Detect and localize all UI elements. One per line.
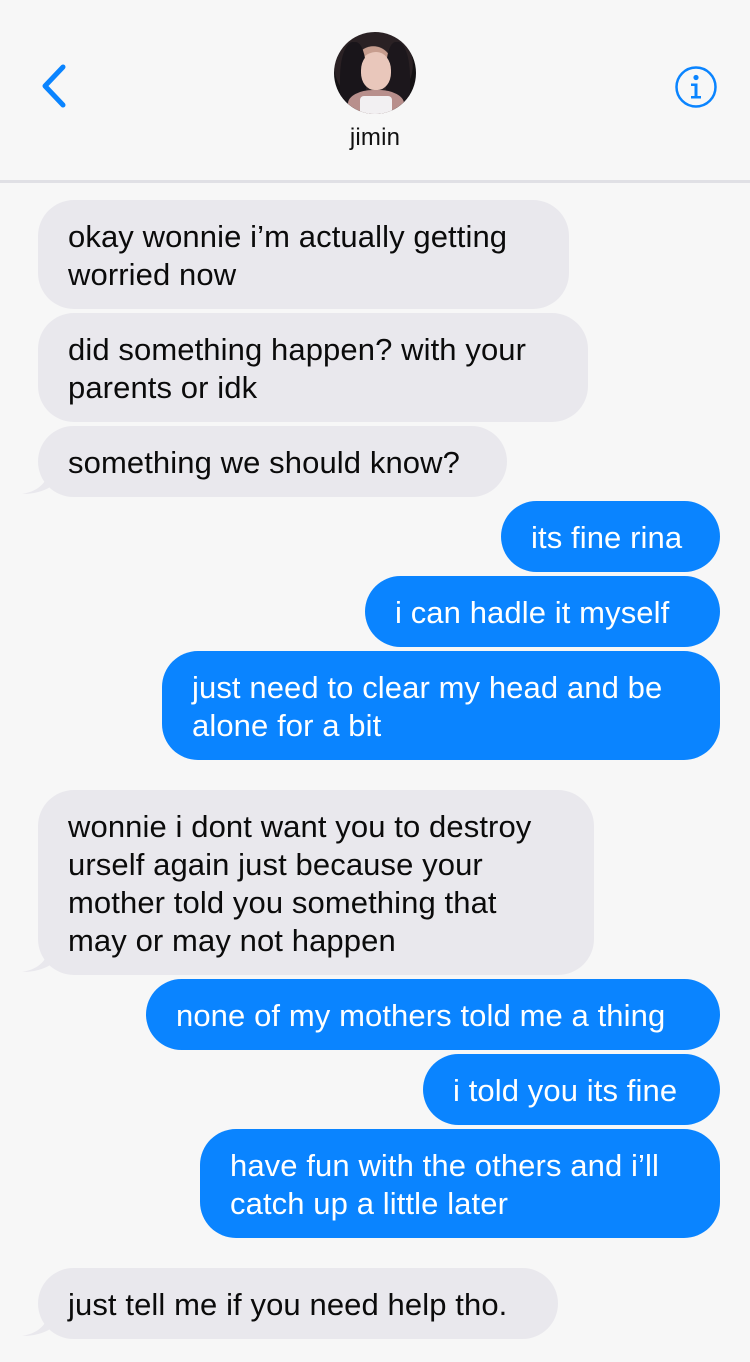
message-bubble-incoming[interactable]: wonnie i dont want you to destroy urself… [38, 790, 594, 975]
bubble-tail-incoming [22, 1309, 50, 1336]
info-button[interactable] [674, 65, 718, 109]
message-bubble-incoming[interactable]: something we should know? [38, 426, 507, 497]
contact-name[interactable]: jimin [0, 124, 750, 152]
message-bubble-incoming[interactable]: okay wonnie i’m actually getting worried… [38, 200, 569, 309]
info-icon [675, 66, 717, 108]
avatar-face [361, 52, 391, 90]
message-bubble-outgoing[interactable]: none of my mothers told me a thing [146, 979, 720, 1050]
avatar-clothing [360, 96, 392, 114]
message-bubble-outgoing[interactable]: i told you its fine [423, 1054, 720, 1125]
message-bubble-outgoing[interactable]: i can hadle it myself [365, 576, 720, 647]
message-bubble-outgoing[interactable]: just need to clear my head and be alone … [162, 651, 720, 760]
chevron-left-icon [42, 64, 66, 108]
message-bubble-outgoing[interactable]: have fun with the others and i’ll catch … [200, 1129, 720, 1238]
bubble-tail-incoming [22, 945, 50, 972]
messages-screen: jimin okay wonnie i’m actually getting w… [0, 0, 750, 1362]
message-bubble-incoming[interactable]: did something happen? with your parents … [38, 313, 588, 422]
message-bubble-incoming[interactable]: just tell me if you need help tho. [38, 1268, 558, 1339]
contact-avatar[interactable] [334, 32, 416, 114]
message-bubble-outgoing[interactable]: its fine rina [501, 501, 720, 572]
bubble-tail-incoming [22, 467, 50, 494]
back-button[interactable] [30, 58, 78, 114]
conversation-header: jimin [0, 0, 750, 183]
